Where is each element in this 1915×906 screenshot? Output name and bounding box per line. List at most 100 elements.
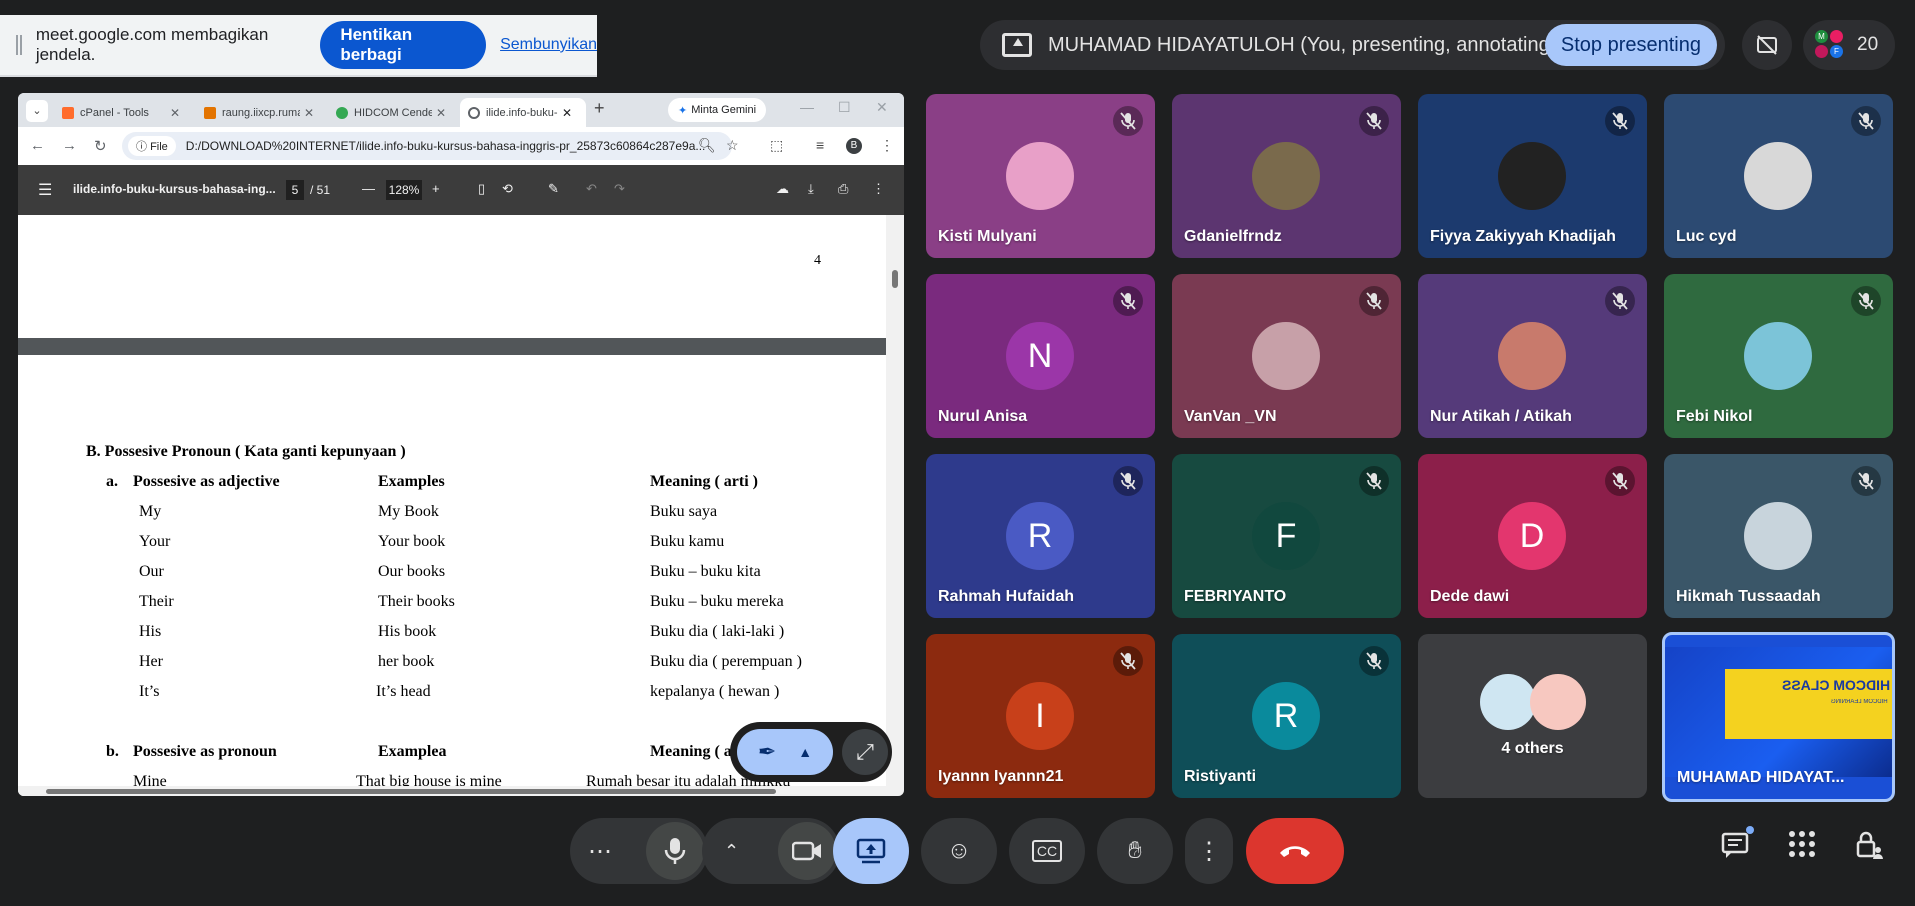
table-cell: His: [139, 623, 162, 640]
pdf-more-icon[interactable]: ⋮: [872, 181, 885, 197]
participant-name: Luc cyd: [1676, 228, 1737, 245]
profile-avatar[interactable]: B: [846, 138, 862, 154]
more-options-button[interactable]: ⋮: [1185, 818, 1233, 884]
activities-button[interactable]: [1788, 830, 1816, 865]
media-controls-icon[interactable]: ≡: [816, 137, 824, 153]
meet-stage: meet.google.com membagikan jendela. Hent…: [0, 0, 1915, 906]
participant-name: Febi Nikol: [1676, 408, 1753, 425]
caret-up-icon: ▲: [798, 744, 813, 760]
participant-tile[interactable]: Fiyya Zakiyyah Khadijah: [1418, 94, 1647, 258]
reload-icon[interactable]: ↻: [94, 137, 107, 155]
zoom-lens-icon[interactable]: 🔍︎: [698, 137, 716, 154]
table-cell: Your: [139, 533, 171, 550]
tab-title: raung.iixcp.rumah: [222, 106, 300, 119]
browser-menu-icon[interactable]: ⋮: [880, 137, 894, 154]
redo-icon[interactable]: ↷: [614, 181, 625, 197]
zoom-level-input[interactable]: 128%: [386, 180, 422, 200]
camera-button[interactable]: [778, 822, 836, 880]
participant-tile[interactable]: N Nurul Anisa: [926, 274, 1155, 438]
video-options-chevron-icon[interactable]: ⌃: [724, 841, 739, 862]
print-icon[interactable]: ⎙: [838, 181, 848, 197]
pdf-viewer[interactable]: 4 B. Possesive Pronoun ( Kata ganti kepu…: [18, 215, 904, 796]
mic-muted-icon: [1359, 466, 1389, 496]
annotate-pen-icon[interactable]: ✎: [548, 181, 559, 197]
tab-cpanel[interactable]: cPanel - Tools ✕: [54, 98, 194, 127]
back-arrow-icon[interactable]: ←: [30, 137, 45, 154]
participant-tile[interactable]: Luc cyd: [1664, 94, 1893, 258]
page-number-input[interactable]: 5: [286, 180, 304, 200]
zoom-in-icon[interactable]: +: [432, 181, 440, 196]
tab-search-button[interactable]: ⌄: [26, 100, 48, 122]
participant-tile[interactable]: I Iyannn Iyannn21: [926, 634, 1155, 798]
participants-button[interactable]: M F 20: [1803, 20, 1895, 70]
tab-ilide-active[interactable]: ilide.info-buku-kursus ✕: [460, 98, 586, 127]
participant-tile[interactable]: R Rahmah Hufaidah: [926, 454, 1155, 618]
stop-presenting-button[interactable]: Stop presenting: [1544, 24, 1717, 66]
scroll-thumb[interactable]: [46, 789, 776, 794]
extensions-icon[interactable]: ⬚: [770, 137, 783, 154]
reactions-button[interactable]: ☺: [921, 818, 997, 884]
more-vertical-icon: ⋮: [1197, 837, 1221, 865]
table-cell: kepalanya ( hewan ): [650, 683, 780, 700]
pdf-menu-icon[interactable]: ☰: [38, 180, 52, 200]
table-cell: His book: [378, 623, 437, 640]
scroll-thumb[interactable]: [892, 270, 898, 288]
microphone-button[interactable]: [646, 822, 704, 880]
stop-sharing-button[interactable]: Hentikan berbagi: [320, 21, 487, 69]
present-button[interactable]: [833, 818, 909, 884]
download-icon[interactable]: ⤓: [808, 181, 814, 197]
close-tab-icon[interactable]: ✕: [562, 106, 572, 120]
close-tab-icon[interactable]: ✕: [304, 106, 314, 120]
participant-tile[interactable]: R Ristiyanti: [1172, 634, 1401, 798]
bookmark-star-icon[interactable]: ☆: [726, 137, 739, 154]
captions-off-icon: [1757, 35, 1777, 55]
chat-button[interactable]: [1720, 826, 1754, 867]
participant-tile[interactable]: D Dede dawi: [1418, 454, 1647, 618]
horizontal-scrollbar[interactable]: [18, 786, 886, 796]
fit-page-icon[interactable]: ▯: [478, 181, 485, 197]
ask-gemini-button[interactable]: ✦ Minta Gemini: [668, 98, 767, 122]
close-tab-icon[interactable]: ✕: [170, 106, 180, 120]
close-window-icon[interactable]: ✕: [876, 99, 888, 116]
undo-icon[interactable]: ↶: [586, 181, 597, 197]
file-chip-label: File: [150, 141, 168, 153]
file-info-chip[interactable]: ⓘ File: [128, 136, 176, 156]
more-dots-icon[interactable]: ⋯: [588, 837, 612, 866]
new-tab-button[interactable]: +: [594, 98, 605, 119]
tab-raung[interactable]: raung.iixcp.rumah ✕: [196, 98, 328, 127]
participant-tile[interactable]: VanVan _VN: [1172, 274, 1401, 438]
participant-tile[interactable]: Kisti Mulyani: [926, 94, 1155, 258]
participant-tile[interactable]: Hikmah Tussaadah: [1664, 454, 1893, 618]
participant-tile[interactable]: Nur Atikah / Atikah: [1418, 274, 1647, 438]
save-to-drive-icon[interactable]: ☁: [776, 181, 789, 197]
leave-call-button[interactable]: [1246, 818, 1344, 884]
maximize-icon[interactable]: ☐: [838, 99, 851, 116]
captions-off-button[interactable]: [1742, 20, 1792, 70]
annotation-pen-button[interactable]: ✒ ▲: [737, 729, 833, 775]
forward-arrow-icon[interactable]: →: [62, 137, 77, 154]
table-cell: Their books: [378, 593, 455, 610]
table-cell: It’s: [139, 683, 160, 700]
participant-tile[interactable]: 4 others: [1418, 634, 1647, 798]
participant-tile[interactable]: Gdanielfrndz: [1172, 94, 1401, 258]
participant-tile[interactable]: Febi Nikol: [1664, 274, 1893, 438]
avatar: R: [1252, 682, 1320, 750]
close-tab-icon[interactable]: ✕: [436, 106, 446, 120]
expand-annotation-button[interactable]: ⤢: [842, 729, 888, 775]
rotate-icon[interactable]: ⟲: [502, 181, 513, 197]
captions-button[interactable]: CC: [1009, 818, 1085, 884]
participant-tile[interactable]: F FEBRIYANTO: [1172, 454, 1401, 618]
gemini-sparkle-icon: ✦: [678, 104, 688, 117]
address-bar[interactable]: ⓘ File D:/DOWNLOAD%20INTERNET/ilide.info…: [122, 132, 732, 160]
page-total: / 51: [310, 183, 331, 197]
zoom-out-icon[interactable]: —: [362, 181, 375, 196]
mic-muted-icon: [1359, 646, 1389, 676]
host-controls-button[interactable]: [1854, 830, 1884, 867]
vertical-scrollbar[interactable]: [886, 215, 904, 796]
participant-tile[interactable]: HIDCOM CLASS HIDCOM LEARNING MUHAMAD HIDAY…: [1662, 632, 1895, 802]
hide-notice-link[interactable]: Sembunyikan: [500, 36, 597, 54]
minimize-icon[interactable]: —: [800, 99, 814, 115]
drag-handle-icon[interactable]: [16, 35, 22, 55]
tab-hidcom[interactable]: HIDCOM Cendekia ✕: [328, 98, 460, 127]
raise-hand-button[interactable]: ✋︎: [1097, 818, 1173, 884]
